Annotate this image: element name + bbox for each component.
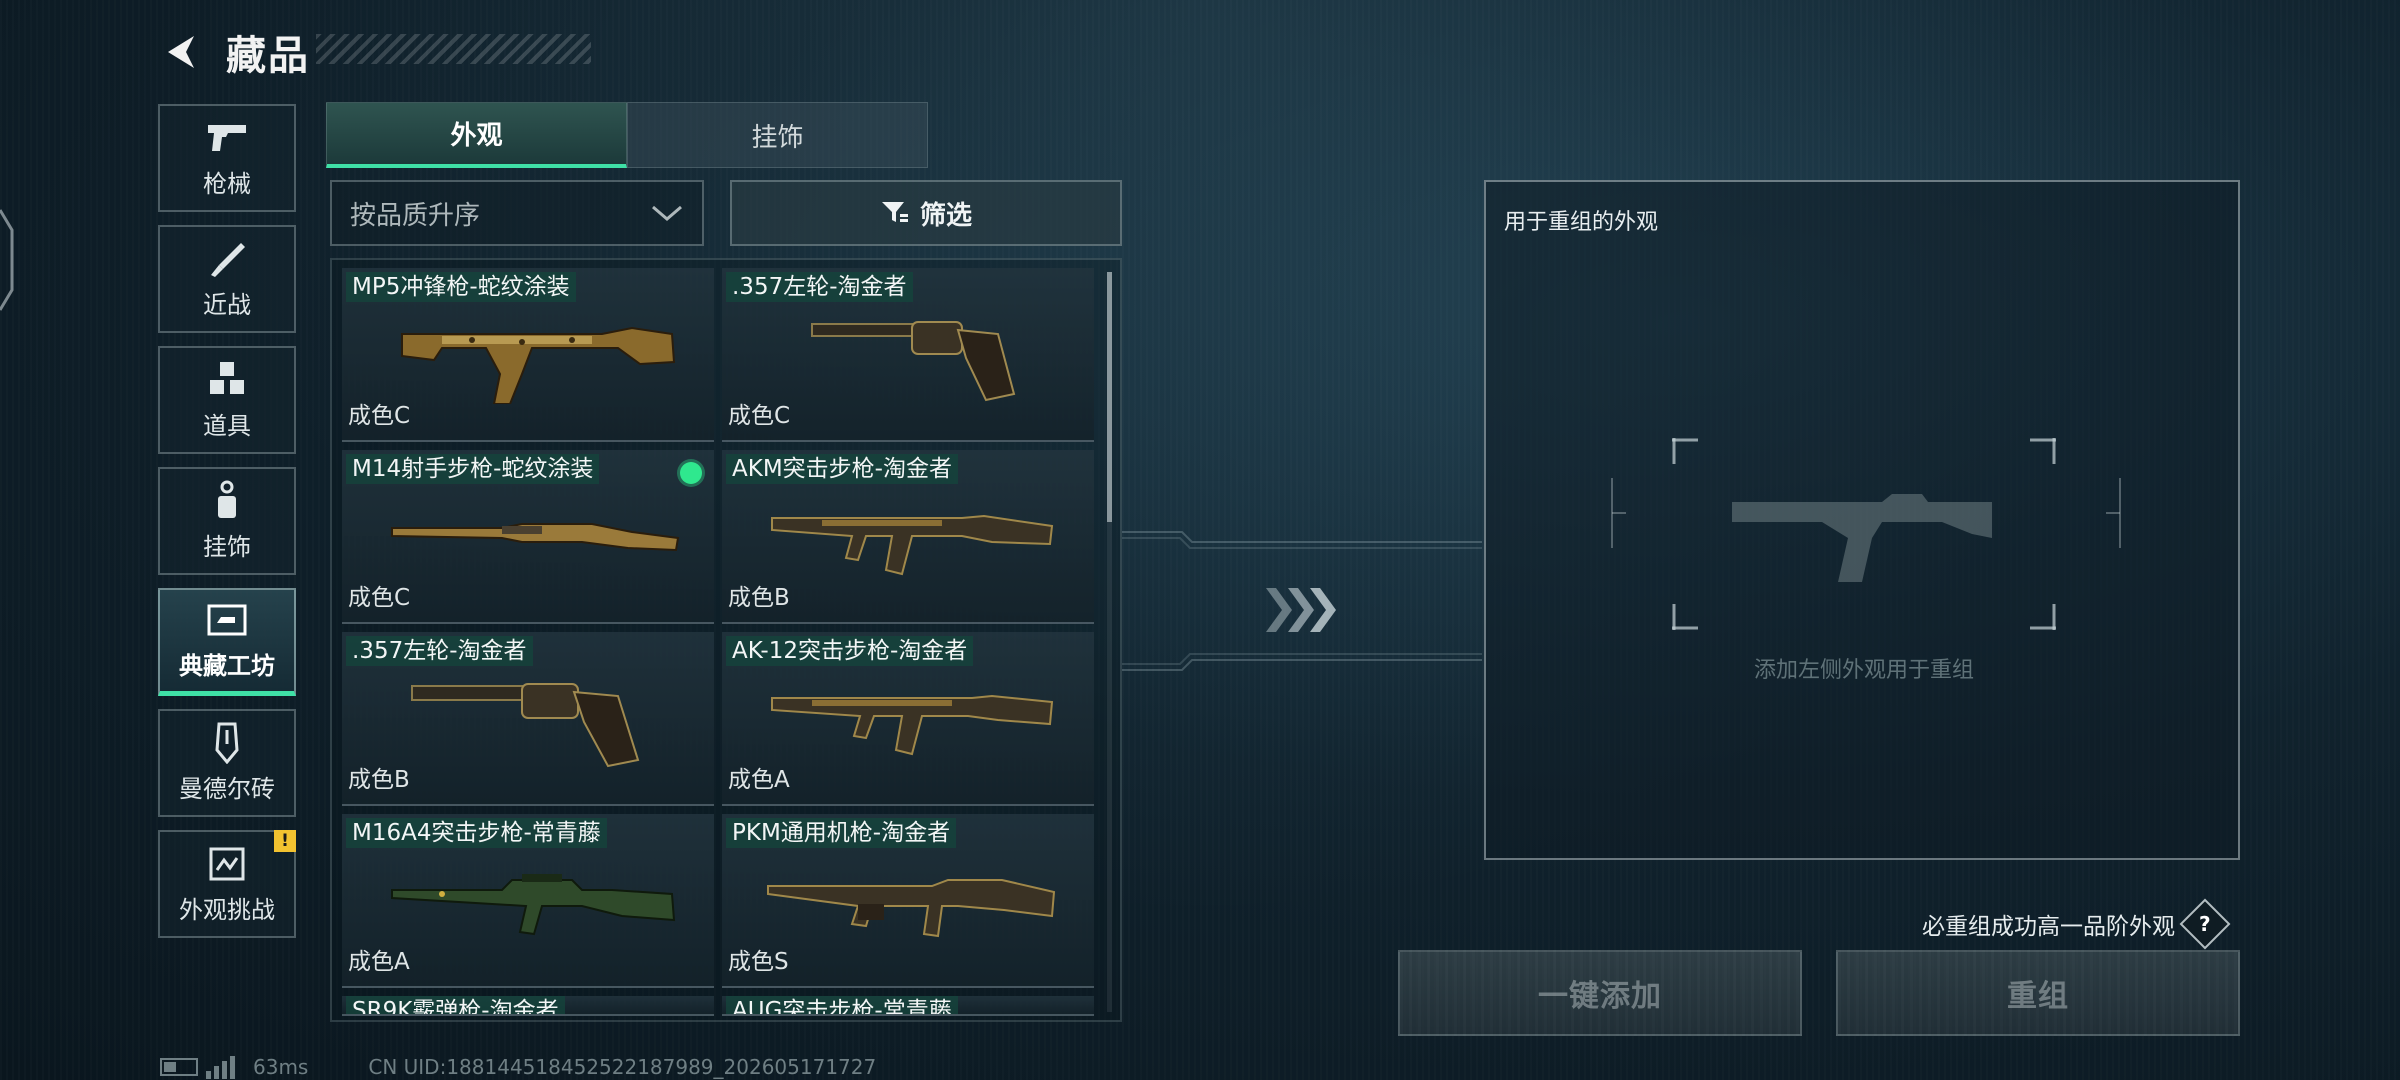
- recombine-label: 重组: [2007, 979, 2069, 1014]
- add-all-button[interactable]: 一键添加: [1398, 950, 1802, 1036]
- appearance-card[interactable]: AUG突击步枪-常青藤: [722, 996, 1094, 1016]
- recombine-hint: 添加左侧外观用于重组: [1753, 658, 1974, 683]
- item-name: SR9K霰弹枪-淘金者: [346, 996, 565, 1014]
- item-name: AK-12突击步枪-淘金者: [726, 636, 974, 666]
- category-label: 曼德尔砖: [179, 774, 275, 803]
- workshop-icon: [205, 600, 249, 640]
- item-grade: 成色A: [348, 949, 410, 975]
- chevron-right-icon: [1266, 588, 1336, 632]
- uid-text: CN UID:18814451845252218798​9_2026051717…: [368, 1055, 877, 1079]
- category-label: 外观挑战: [179, 895, 275, 924]
- add-all-label: 一键添加: [1538, 979, 1662, 1014]
- item-grade: 成色C: [348, 585, 411, 611]
- tab-charms[interactable]: 挂饰: [627, 102, 928, 168]
- charm-icon: [205, 480, 249, 521]
- category-workshop[interactable]: 典藏工坊: [158, 588, 296, 696]
- category-label: 近战: [203, 290, 251, 319]
- appearance-card[interactable]: SR9K霰弹枪-淘金者: [342, 996, 714, 1016]
- category-charms[interactable]: 挂饰: [158, 467, 296, 575]
- appearance-card[interactable]: M16A4突击步枪-常青藤 成色A: [342, 814, 714, 988]
- appearance-card[interactable]: MP5冲锋枪-蛇纹涂装 成色C: [342, 268, 714, 442]
- slot-side-brackets: [1611, 478, 2121, 548]
- item-grade: 成色S: [728, 949, 789, 975]
- tab-appearance[interactable]: 外观: [326, 102, 627, 168]
- category-label: 典藏工坊: [179, 652, 275, 680]
- item-grade: 成色C: [728, 403, 791, 429]
- equipped-indicator: [680, 462, 702, 484]
- ak-icon: [771, 694, 1054, 756]
- category-sidebar: 枪械 近战 道具 挂饰 典藏工坊 曼德尔砖 ! 外观挑战: [158, 104, 296, 951]
- title-decoration: [316, 34, 591, 64]
- tab-bar: 外观 挂饰: [326, 102, 928, 168]
- smg-icon: [401, 326, 676, 404]
- chevron-down-icon: [652, 205, 682, 221]
- ak-icon: [771, 514, 1054, 576]
- warning-badge: !: [274, 830, 296, 852]
- cubes-icon: [205, 360, 249, 400]
- challenge-icon: [205, 844, 249, 884]
- ping-value: 63ms: [253, 1055, 309, 1079]
- brick-icon: [205, 722, 249, 764]
- item-grade: 成色B: [728, 585, 790, 611]
- scroll-thumb[interactable]: [1107, 272, 1112, 522]
- list-scrollbar[interactable]: [1107, 272, 1112, 1012]
- item-grade: 成色A: [728, 767, 790, 793]
- page-title: 藏品: [226, 33, 310, 79]
- item-name: MP5冲锋枪-蛇纹涂装: [346, 272, 576, 302]
- category-label: 挂饰: [203, 532, 251, 561]
- item-name: .357左轮-淘金者: [346, 636, 533, 666]
- appearance-list[interactable]: MP5冲锋枪-蛇纹涂装 成色C .357左轮-淘金者 成色C M14射手步枪-蛇…: [330, 258, 1122, 1022]
- recombine-title: 用于重组的外观: [1504, 210, 1659, 235]
- item-grade: 成色B: [348, 767, 410, 793]
- m16-icon: [391, 874, 676, 936]
- item-name: M14射手步枪-蛇纹涂装: [346, 454, 600, 484]
- edge-handle: [0, 209, 14, 311]
- item-name: AUG突击步枪-常青藤: [726, 996, 958, 1014]
- revolver-icon: [411, 683, 640, 768]
- appearance-grid: MP5冲锋枪-蛇纹涂装 成色C .357左轮-淘金者 成色C M14射手步枪-蛇…: [342, 268, 1094, 1016]
- category-items[interactable]: 道具: [158, 346, 296, 454]
- appearance-card[interactable]: .357左轮-淘金者 成色C: [722, 268, 1094, 442]
- recombine-button[interactable]: 重组: [1836, 950, 2240, 1036]
- item-name: M16A4突击步枪-常青藤: [346, 818, 607, 848]
- revolver-icon: [811, 321, 1016, 402]
- help-glyph: ?: [2199, 911, 2211, 936]
- category-mandel-brick[interactable]: 曼德尔砖: [158, 709, 296, 817]
- appearance-card[interactable]: .357左轮-淘金者 成色B: [342, 632, 714, 806]
- appearance-card[interactable]: AKM突击步枪-淘金者 成色B: [722, 450, 1094, 624]
- sort-value: 按品质升序: [350, 200, 481, 231]
- item-name: PKM通用机枪-淘金者: [726, 818, 957, 848]
- pistol-icon: [205, 118, 249, 158]
- filter-button[interactable]: 筛选: [730, 180, 1122, 246]
- category-guns[interactable]: 枪械: [158, 104, 296, 212]
- guarantee-text: 必重组成功高一品阶外观: [1922, 914, 2175, 940]
- signal-icon: [206, 1055, 235, 1079]
- category-melee[interactable]: 近战: [158, 225, 296, 333]
- knife-icon: [205, 239, 249, 279]
- funnel-icon: [881, 202, 908, 222]
- item-grade: 成色C: [348, 403, 411, 429]
- page-header: 藏品: [160, 22, 310, 82]
- category-appearance-challenge[interactable]: ! 外观挑战: [158, 830, 296, 938]
- filter-label: 筛选: [919, 200, 972, 231]
- appearance-card[interactable]: M14射手步枪-蛇纹涂装 成色C: [342, 450, 714, 624]
- appearance-card[interactable]: AK-12突击步枪-淘金者 成色A: [722, 632, 1094, 806]
- rifle-icon: [391, 523, 680, 552]
- item-name: .357左轮-淘金者: [726, 272, 913, 302]
- category-label: 枪械: [203, 169, 251, 198]
- item-name: AKM突击步枪-淘金者: [726, 454, 958, 484]
- appearance-card[interactable]: PKM通用机枪-淘金者 成色S: [722, 814, 1094, 988]
- battery-icon: [160, 1058, 198, 1076]
- sort-dropdown[interactable]: 按品质升序: [330, 180, 704, 246]
- back-arrow-icon[interactable]: [160, 30, 204, 74]
- mg-icon: [767, 879, 1056, 938]
- status-bar: 63ms CN UID:18814451845252218798​9_20260…: [160, 1054, 876, 1080]
- help-icon[interactable]: ?: [2179, 898, 2231, 950]
- guarantee-note: 必重组成功高一品阶外观 ?: [1922, 898, 2231, 950]
- category-label: 道具: [203, 411, 251, 440]
